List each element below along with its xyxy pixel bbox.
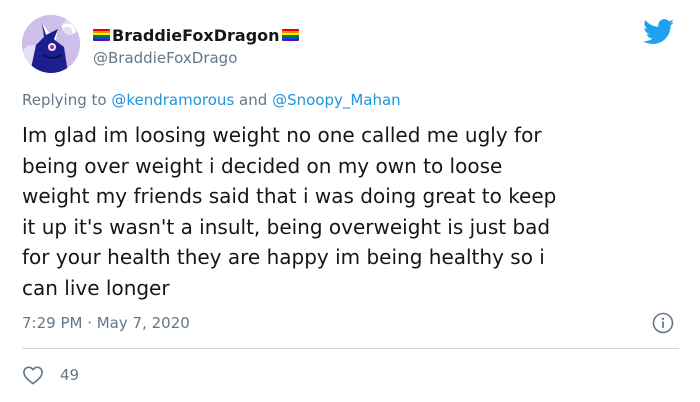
mention-link[interactable]: @Snoopy_Mahan bbox=[272, 91, 401, 109]
tweet-body-line: can live longer bbox=[22, 275, 170, 300]
replying-to: Replying to @kendramorous and @Snoopy_Ma… bbox=[22, 90, 401, 110]
author-handle[interactable]: @BraddieFoxDrago bbox=[93, 48, 237, 68]
tweet-card: BraddieFoxDragon @BraddieFoxDrago Replyi… bbox=[0, 0, 700, 402]
tweet-body-line: weight my friends said that i was doing … bbox=[22, 184, 557, 208]
author-display-name[interactable]: BraddieFoxDragon bbox=[112, 26, 280, 45]
like-button[interactable]: 49 bbox=[22, 364, 79, 386]
divider bbox=[22, 348, 679, 349]
twitter-bird-icon[interactable] bbox=[643, 19, 675, 45]
tweet-body-line: for your health they are happy im being … bbox=[22, 245, 545, 269]
tweet-body-line: Im glad im loosing weight no one called … bbox=[22, 123, 542, 147]
avatar[interactable] bbox=[22, 15, 80, 73]
tweet-timestamp[interactable]: 7:29 PM · May 7, 2020 bbox=[22, 313, 190, 333]
heart-icon[interactable] bbox=[22, 365, 44, 385]
like-count: 49 bbox=[60, 366, 80, 384]
tweet-body-line: being over weight i decided on my own to… bbox=[22, 153, 503, 178]
replying-joiner: and bbox=[239, 91, 268, 109]
rainbow-flag-icon bbox=[281, 29, 299, 41]
rainbow-flag-icon bbox=[93, 29, 110, 41]
tweet-body-line: it up it's wasn't a insult, being overwe… bbox=[22, 214, 551, 239]
mention-link[interactable]: @kendramorous bbox=[111, 91, 234, 109]
author-name-row[interactable]: BraddieFoxDragon bbox=[93, 25, 299, 45]
info-icon[interactable] bbox=[652, 312, 674, 334]
replying-prefix: Replying to bbox=[22, 91, 107, 109]
tweet-body: Im glad im loosing weight no one called … bbox=[22, 120, 692, 303]
